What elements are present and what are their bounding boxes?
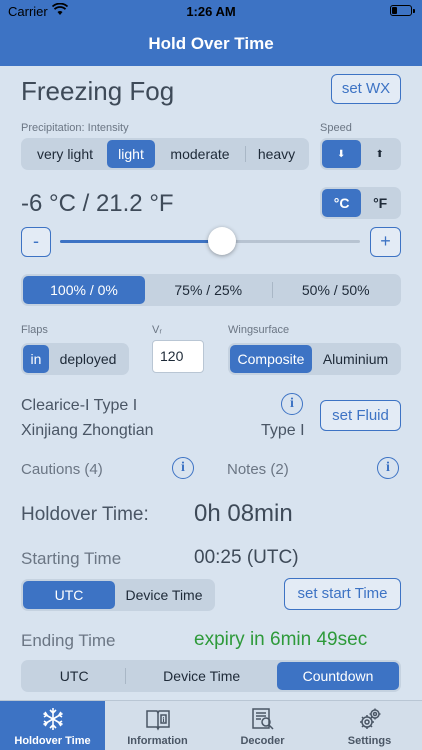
holdover-value: 0h 08min [194,500,293,527]
wingsurface-segment: Composite Aluminium [228,343,401,375]
fluid-info-icon[interactable]: i [281,393,303,415]
clock: 1:26 AM [186,4,236,19]
cautions-label[interactable]: Cautions (4) [21,461,103,478]
weather-condition: Freezing Fog [21,76,175,106]
tab-decoder[interactable]: Decoder [210,701,315,750]
fluid-type: Type I [261,422,305,439]
notes-info-icon[interactable]: i [377,457,399,479]
tab-label: Settings [347,735,392,747]
tab-label: Holdover Time [14,735,91,747]
tab-holdover-time[interactable]: Holdover Time [0,701,105,750]
snowflake-icon [40,707,66,731]
precip-option-light[interactable]: light [107,140,155,168]
mix-option-50[interactable]: 50% / 50% [273,276,400,304]
tab-label: Information [127,735,188,747]
set-wx-button[interactable]: set WX [331,74,401,104]
ending-time-label: Ending Time [21,631,116,650]
wing-option-aluminium[interactable]: Aluminium [312,345,399,373]
status-bar: Carrier 1:26 AM [0,0,422,22]
book-icon: i [145,707,171,731]
speed-down-icon[interactable]: ⬇ [322,140,361,168]
document-search-icon [250,707,276,731]
tab-bar: Holdover Time i Information Decoder Sett… [0,700,422,750]
tab-settings[interactable]: Settings [317,701,422,750]
tab-information[interactable]: i Information [105,701,210,750]
precip-option-moderate[interactable]: moderate [155,140,245,168]
flaps-option-deployed[interactable]: deployed [49,345,127,373]
end-mode-utc[interactable]: UTC [23,662,125,690]
gears-icon [357,707,383,731]
fluid-mix-segment: 100% / 0% 75% / 25% 50% / 50% [21,274,401,306]
flaps-label: Flaps [21,324,48,336]
temp-minus-button[interactable]: - [21,227,51,257]
unit-fahrenheit[interactable]: °F [361,189,399,217]
notes-label[interactable]: Notes (2) [227,461,289,478]
fluid-manufacturer: Xinjiang Zhongtian [21,422,154,439]
vr-label: Vᵣ [152,324,162,336]
precip-intensity-segment: very light light moderate heavy [21,138,309,170]
temp-slider-fill [60,240,222,243]
precip-option-very-light[interactable]: very light [23,140,107,168]
temp-plus-button[interactable]: + [370,227,401,257]
set-start-time-button[interactable]: set start Time [284,578,401,610]
speed-segment: ⬇ ⬆ [320,138,401,170]
holdover-label: Holdover Time: [21,504,149,525]
svg-text:i: i [162,716,164,724]
end-mode-countdown[interactable]: Countdown [277,662,399,690]
vr-input[interactable]: 120 [152,340,204,373]
end-mode-device[interactable]: Device Time [126,662,277,690]
start-time-mode-segment: UTC Device Time [21,579,215,611]
flaps-option-in[interactable]: in [23,345,49,373]
ending-time-value: expiry in 6min 49sec [194,629,368,650]
set-fluid-button[interactable]: set Fluid [320,400,401,431]
precip-option-heavy[interactable]: heavy [246,140,307,168]
wingsurface-label: Wingsurface [228,324,290,336]
battery-icon [390,5,415,16]
start-mode-utc[interactable]: UTC [23,581,115,609]
flaps-segment: in deployed [21,343,129,375]
tab-label: Decoder [240,735,285,747]
speed-label: Speed [320,122,352,134]
precip-label: Precipitation: Intensity [21,122,129,134]
mix-option-100[interactable]: 100% / 0% [23,276,145,304]
wing-option-composite[interactable]: Composite [230,345,312,373]
temp-slider-track[interactable] [60,227,360,255]
temp-slider-thumb[interactable] [208,227,236,255]
speed-up-icon[interactable]: ⬆ [361,140,400,168]
fluid-name: Clearice-I Type I [21,397,138,414]
starting-time-label: Starting Time [21,549,122,568]
end-time-mode-segment: UTC Device Time Countdown [21,660,401,692]
temp-unit-segment: °C °F [320,187,401,219]
mix-option-75[interactable]: 75% / 25% [145,276,272,304]
unit-celsius[interactable]: °C [322,189,362,217]
cautions-info-icon[interactable]: i [172,457,194,479]
nav-title: Hold Over Time [0,22,422,66]
starting-time-value: 00:25 (UTC) [194,547,299,568]
start-mode-device[interactable]: Device Time [115,581,213,609]
temperature-value: -6 °C / 21.2 °F [21,190,174,217]
